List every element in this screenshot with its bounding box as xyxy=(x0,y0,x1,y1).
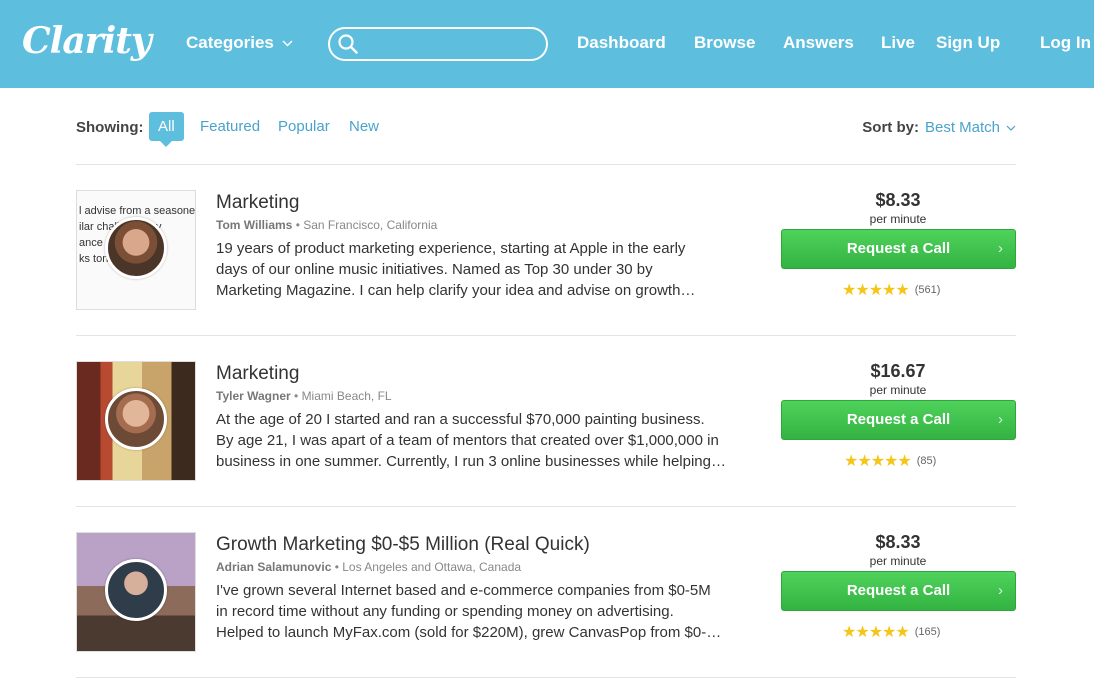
review-count: (561) xyxy=(914,284,941,296)
chevron-down-icon xyxy=(282,39,293,47)
expert-meta: Tyler Wagner • Miami Beach, FL xyxy=(216,389,392,403)
nav-sign-up[interactable]: Sign Up xyxy=(936,33,1000,53)
star-rating-icon: ★★★★★ xyxy=(842,624,910,641)
expert-name[interactable]: Tom Williams xyxy=(216,218,292,232)
filter-new[interactable]: New xyxy=(340,112,388,141)
filter-popular[interactable]: Popular xyxy=(269,112,339,141)
rating: ★★★★★ (85) xyxy=(844,451,936,471)
review-count: (85) xyxy=(916,455,937,467)
avatar xyxy=(105,559,167,621)
search-box[interactable] xyxy=(328,27,548,61)
avatar xyxy=(105,388,167,450)
rating: ★★★★★ (165) xyxy=(842,622,940,642)
listing-title[interactable]: Marketing xyxy=(216,192,299,214)
price: $8.33 xyxy=(875,190,921,210)
star-rating-icon: ★★★★★ xyxy=(844,453,912,470)
listing-row: l advise from a seasone ilar chall and h… xyxy=(76,164,1016,310)
review-count: (165) xyxy=(914,626,941,638)
listing-thumbnail[interactable] xyxy=(76,532,196,652)
request-call-button[interactable]: Request a Call › xyxy=(781,571,1016,611)
clarity-logo[interactable]: Clarity xyxy=(22,20,152,62)
request-call-button[interactable]: Request a Call › xyxy=(781,400,1016,440)
filter-featured[interactable]: Featured xyxy=(191,112,269,141)
chevron-right-icon: › xyxy=(998,411,1003,428)
sort-dropdown[interactable]: Best Match xyxy=(925,119,1016,136)
price-unit: per minute xyxy=(869,383,927,397)
star-rating-icon: ★★★★★ xyxy=(842,282,910,299)
expert-location: Los Angeles and Ottawa, Canada xyxy=(342,560,522,574)
nav-answers[interactable]: Answers xyxy=(783,33,854,53)
expert-meta: Adrian Salamunovic • Los Angeles and Ott… xyxy=(216,560,522,574)
top-nav-bar: Clarity Categories Dashboard Browse Answ… xyxy=(0,0,1094,88)
price-unit: per minute xyxy=(869,212,927,226)
showing-label: Showing: xyxy=(76,119,144,136)
avatar xyxy=(105,217,167,279)
listing-thumbnail[interactable]: l advise from a seasone ilar chall and h… xyxy=(76,190,196,310)
categories-dropdown[interactable]: Categories xyxy=(186,33,293,53)
rating: ★★★★★ (561) xyxy=(842,280,940,300)
nav-dashboard[interactable]: Dashboard xyxy=(577,33,666,53)
expert-name[interactable]: Adrian Salamunovic xyxy=(216,560,331,574)
search-icon xyxy=(338,34,358,54)
price-unit: per minute xyxy=(869,554,927,568)
listing-description: At the age of 20 I started and ran a suc… xyxy=(216,411,726,470)
divider xyxy=(76,677,1016,678)
search-input[interactable] xyxy=(364,35,534,53)
nav-browse[interactable]: Browse xyxy=(694,33,755,53)
price: $16.67 xyxy=(870,361,926,381)
listing-thumbnail[interactable] xyxy=(76,361,196,481)
listing-title[interactable]: Marketing xyxy=(216,363,299,385)
price: $8.33 xyxy=(875,532,921,552)
sort-value: Best Match xyxy=(924,119,1000,136)
categories-label: Categories xyxy=(186,33,274,52)
request-call-button[interactable]: Request a Call › xyxy=(781,229,1016,269)
listing-row: Marketing Tyler Wagner • Miami Beach, FL… xyxy=(76,335,1016,481)
listing-description: 19 years of product marketing experience… xyxy=(216,240,696,299)
expert-location: Miami Beach, FL xyxy=(301,389,392,403)
expert-location: San Francisco, California xyxy=(303,218,438,232)
expert-meta: Tom Williams • San Francisco, California xyxy=(216,218,438,232)
chevron-right-icon: › xyxy=(998,582,1003,599)
expert-name[interactable]: Tyler Wagner xyxy=(216,389,291,403)
nav-live[interactable]: Live xyxy=(881,33,915,53)
sort-control: Sort by: Best Match xyxy=(862,119,1016,136)
filter-all[interactable]: All xyxy=(149,112,184,147)
sort-label: Sort by: xyxy=(862,119,919,136)
chevron-right-icon: › xyxy=(998,240,1003,257)
filter-bar: Showing: All Featured Popular New Sort b… xyxy=(76,110,1016,147)
nav-log-in[interactable]: Log In xyxy=(1040,33,1091,53)
listing-row: Growth Marketing $0-$5 Million (Real Qui… xyxy=(76,506,1016,652)
chevron-down-icon xyxy=(1006,125,1016,131)
listing-description: I've grown several Internet based and e-… xyxy=(216,582,722,641)
listing-title[interactable]: Growth Marketing $0-$5 Million (Real Qui… xyxy=(216,534,590,556)
